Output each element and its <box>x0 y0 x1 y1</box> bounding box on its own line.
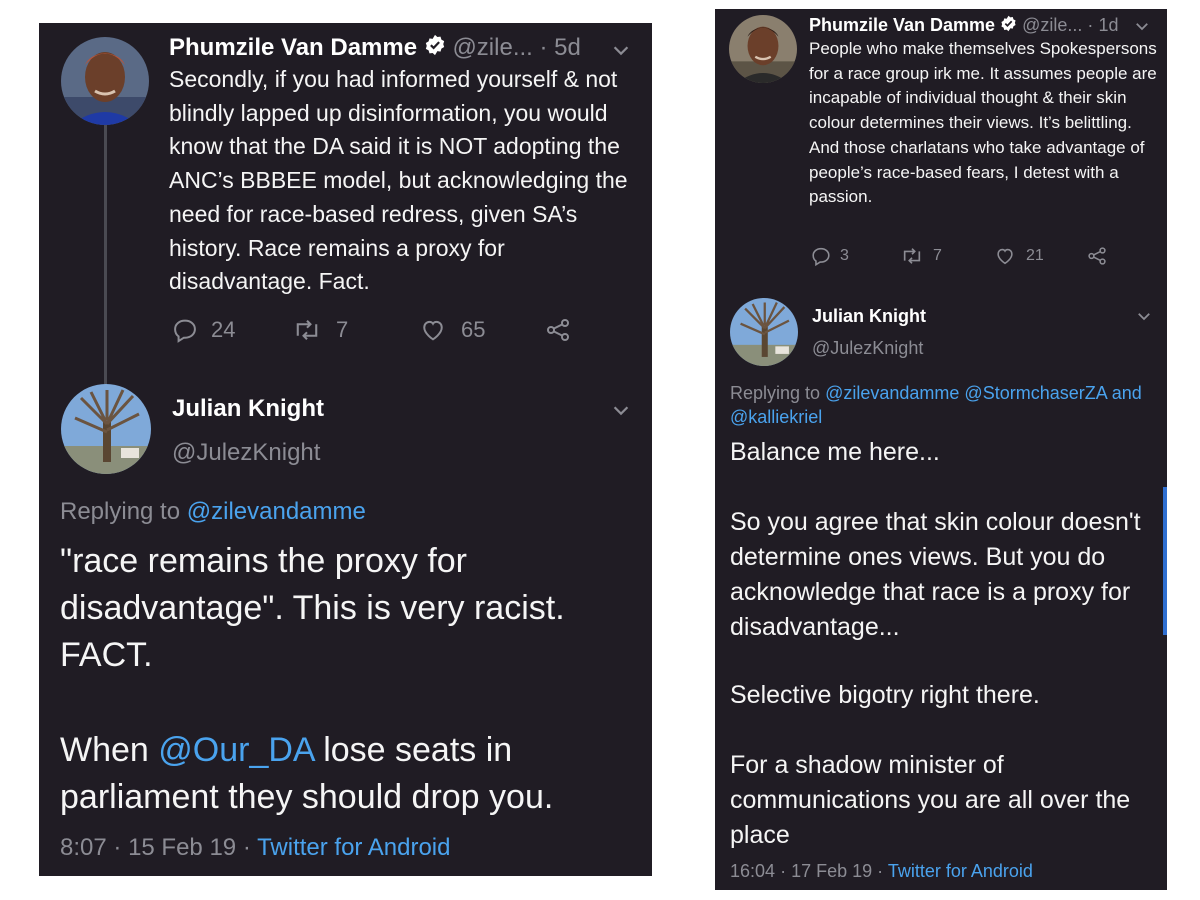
tweet-age: 5d <box>554 34 581 61</box>
reply-source[interactable]: Twitter for Android <box>888 861 1033 881</box>
author-handle[interactable]: @zile... <box>452 34 532 61</box>
reply-paragraph-2: When @Our_DA lose seats in parliament th… <box>60 727 640 821</box>
replying-to-mention[interactable]: @zilevandamme <box>187 498 366 525</box>
separator-dot: · <box>780 861 787 881</box>
chevron-down-icon[interactable] <box>1135 307 1153 330</box>
right-screenshot-panel: Phumzile Van Damme @zile... · 1d People … <box>715 9 1167 890</box>
reply-author-handle[interactable]: @JulezKnight <box>812 338 923 359</box>
like-icon <box>997 248 1013 265</box>
retweet-count: 7 <box>336 317 349 342</box>
scroll-indicator[interactable] <box>1163 487 1167 635</box>
avatar-phumzile[interactable] <box>61 37 149 125</box>
separator-dot: · <box>539 34 548 61</box>
reply-source[interactable]: Twitter for Android <box>257 834 450 861</box>
tweet-age: 1d <box>1098 15 1119 35</box>
replying-to-mention-3[interactable]: @kalliekriel <box>730 407 822 427</box>
avatar-julian[interactable] <box>61 384 151 474</box>
like-count: 65 <box>461 317 486 342</box>
verified-badge-icon <box>1000 14 1017 38</box>
replying-to-label: Replying to <box>730 383 821 403</box>
reply-author-name[interactable]: Julian Knight <box>172 395 324 423</box>
tweet-header: Phumzile Van Damme @zile... · 5d <box>169 33 581 64</box>
share-button[interactable] <box>1086 245 1108 267</box>
reply-icon <box>812 247 830 267</box>
reply-paragraph-1: Balance me here... <box>730 438 940 466</box>
like-button[interactable]: 65 <box>419 316 485 344</box>
chevron-down-icon[interactable] <box>610 39 632 66</box>
like-count: 21 <box>1026 247 1044 264</box>
avatar-julian[interactable] <box>730 298 798 366</box>
separator-dot: · <box>1087 15 1094 35</box>
replying-to-label: Replying to <box>60 498 181 525</box>
replying-and: and <box>1111 383 1142 403</box>
reply-date: 15 Feb 19 <box>128 834 237 861</box>
share-button[interactable] <box>544 316 572 344</box>
reply-date: 17 Feb 19 <box>791 861 873 881</box>
verified-badge-icon <box>424 34 446 64</box>
reply-count: 24 <box>211 317 236 342</box>
reply-time: 16:04 <box>730 861 776 881</box>
reply-button[interactable]: 24 <box>171 316 235 344</box>
thread-line <box>104 125 107 387</box>
reply-paragraph-2: So you agree that skin colour doesn't de… <box>730 508 1141 641</box>
mention-our-da[interactable]: @Our_DA <box>158 731 313 769</box>
tweet-text: Secondly, if you had informed yourself &… <box>169 66 628 295</box>
replying-to-line: Replying to @zilevandamme @StormchaserZA… <box>730 381 1150 429</box>
separator-dot: · <box>113 834 122 861</box>
separator-dot: · <box>877 861 884 881</box>
author-name[interactable]: Phumzile Van Damme <box>169 34 417 61</box>
reply-count: 3 <box>840 247 849 264</box>
reply-icon <box>174 319 196 343</box>
avatar-phumzile[interactable] <box>729 15 797 83</box>
tweet-text: People who make themselves Spokespersons… <box>809 39 1157 207</box>
retweet-button[interactable]: 7 <box>292 316 348 344</box>
separator-dot: · <box>242 834 251 861</box>
replying-to-mention-2[interactable]: @StormchaserZA <box>964 383 1106 403</box>
tweet-header: Phumzile Van Damme @zile... · 1d <box>809 13 1118 38</box>
reply-meta: 8:07 · 15 Feb 19 · Twitter for Android <box>60 834 450 862</box>
retweet-count: 7 <box>933 247 942 264</box>
replying-to-mention-1[interactable]: @zilevandamme <box>825 383 959 403</box>
like-button[interactable]: 21 <box>994 245 1044 267</box>
reply-paragraph-4: For a shadow minister of communications … <box>730 751 1131 849</box>
retweet-icon <box>296 320 318 340</box>
retweet-button[interactable]: 7 <box>900 245 942 267</box>
author-name[interactable]: Phumzile Van Damme <box>809 15 995 35</box>
reply-meta: 16:04 · 17 Feb 19 · Twitter for Android <box>730 861 1033 882</box>
retweet-icon <box>903 248 921 264</box>
chevron-down-icon[interactable] <box>610 399 632 426</box>
left-screenshot-panel: Phumzile Van Damme @zile... · 5d Secondl… <box>39 23 652 876</box>
reply-author-handle[interactable]: @JulezKnight <box>172 439 320 467</box>
like-icon <box>423 320 443 341</box>
share-icon <box>1088 247 1106 265</box>
author-handle[interactable]: @zile... <box>1022 15 1082 35</box>
reply-time: 8:07 <box>60 834 107 861</box>
reply-paragraph-3: Selective bigotry right there. <box>730 681 1040 709</box>
reply-p2-before: When <box>60 731 149 769</box>
reply-paragraph-1: "race remains the proxy for disadvantage… <box>60 542 565 674</box>
share-icon <box>546 318 570 342</box>
reply-button[interactable]: 3 <box>810 245 849 267</box>
replying-to-line: Replying to @zilevandamme <box>60 498 366 526</box>
reply-author-name[interactable]: Julian Knight <box>812 306 926 327</box>
